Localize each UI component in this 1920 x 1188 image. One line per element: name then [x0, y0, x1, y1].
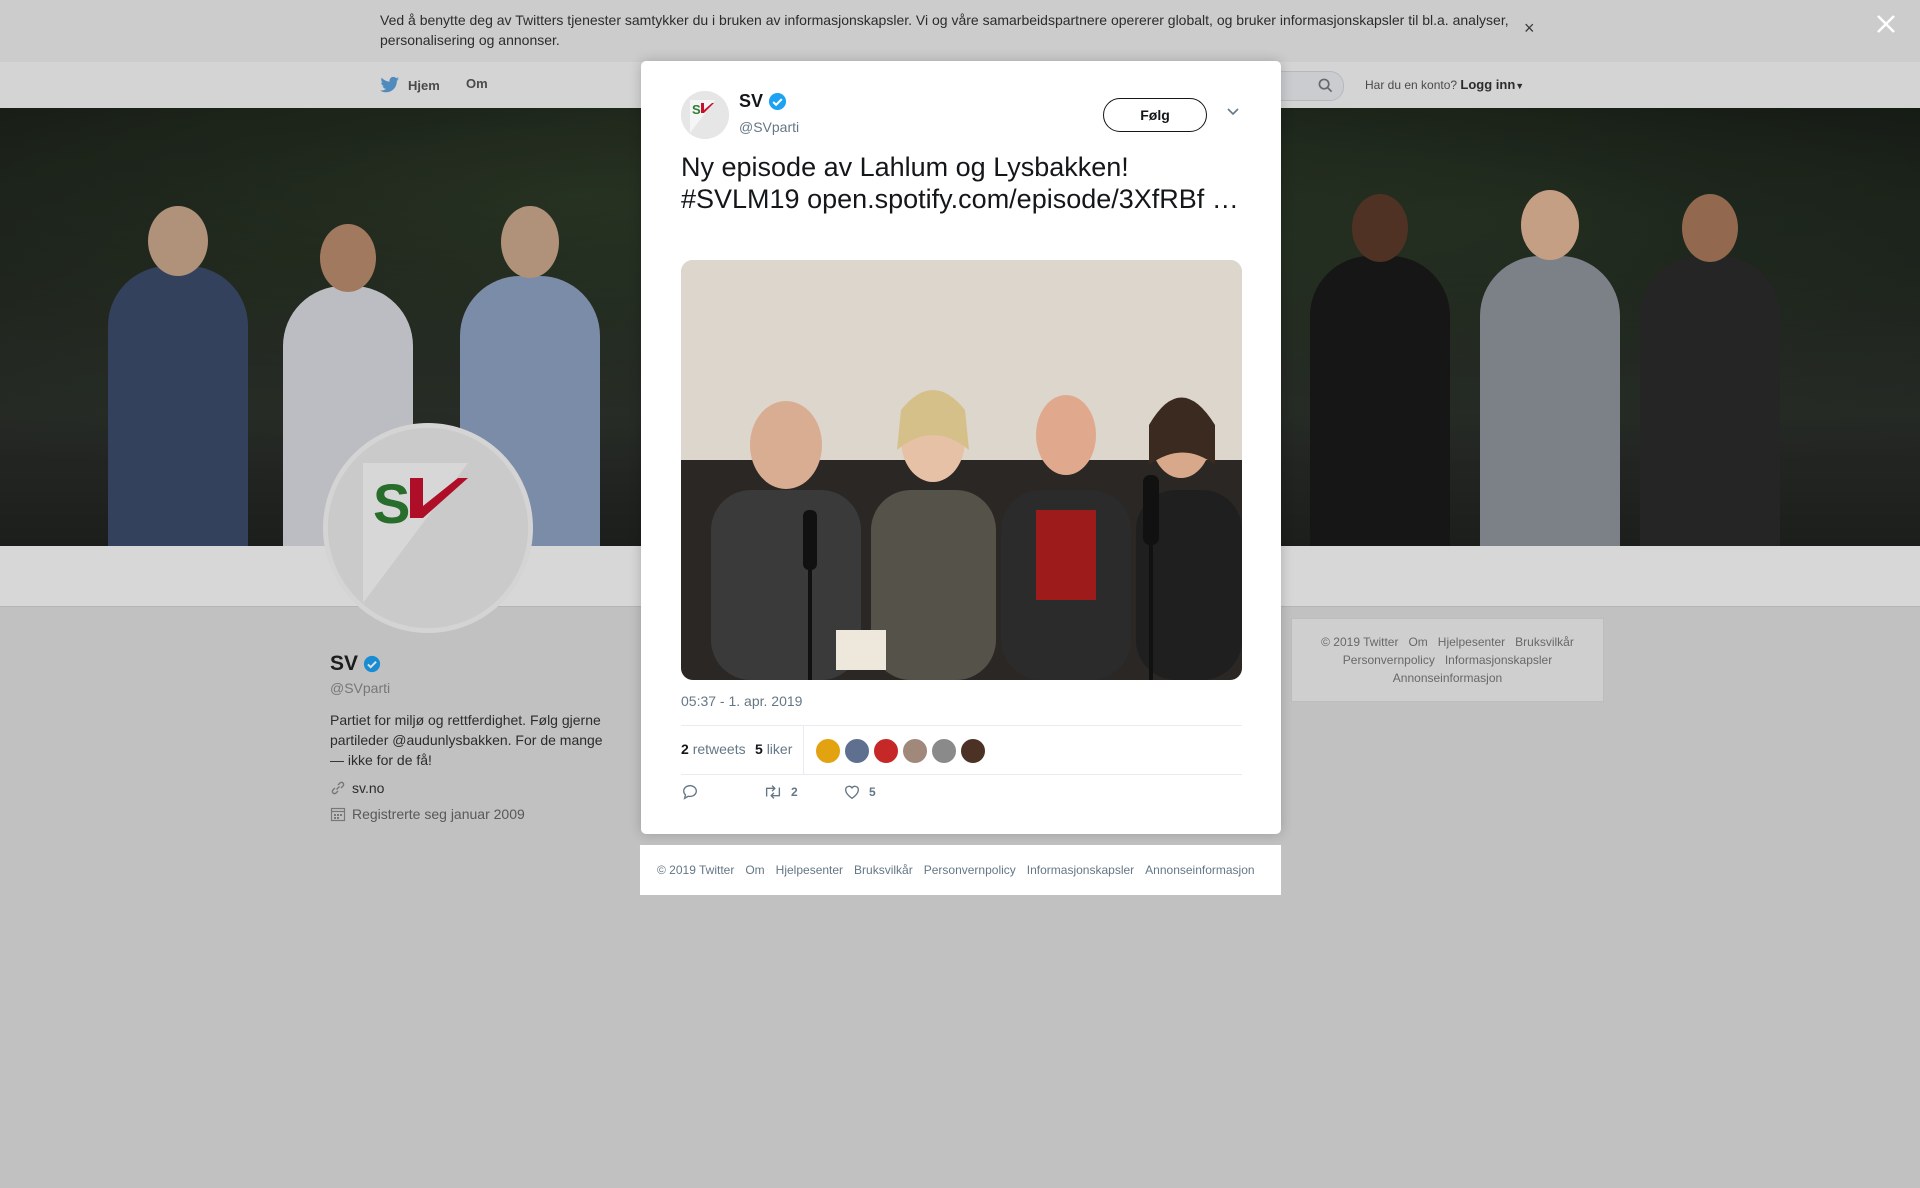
tweet-timestamp[interactable]: 05:37 - 1. apr. 2019 — [681, 693, 802, 709]
liker-avatar[interactable] — [902, 738, 928, 764]
liker-avatar[interactable] — [931, 738, 957, 764]
follow-button[interactable]: Følg — [1103, 98, 1207, 132]
retweet-icon — [765, 785, 781, 799]
like-stat[interactable]: 5 liker — [755, 741, 792, 757]
svg-text:S: S — [692, 102, 701, 117]
stats-divider — [803, 726, 804, 774]
tweet-author-handle[interactable]: @SVparti — [739, 119, 799, 135]
tweet-stats: 2 retweets 5 liker — [681, 725, 1242, 775]
liker-avatar[interactable] — [960, 738, 986, 764]
retweet-stat-label: retweets — [692, 741, 746, 757]
retweet-button[interactable]: 2 — [763, 783, 798, 801]
tweet-photo[interactable] — [681, 260, 1242, 680]
reply-button[interactable] — [681, 783, 699, 801]
heart-icon — [845, 785, 859, 800]
retweet-stat-count: 2 — [681, 741, 689, 757]
like-stat-count: 5 — [755, 741, 763, 757]
liker-avatar[interactable] — [815, 738, 841, 764]
reply-icon — [683, 784, 697, 800]
close-modal-icon[interactable] — [1874, 12, 1898, 36]
like-count: 5 — [869, 785, 876, 799]
tweet-author-name-text: SV — [739, 91, 764, 111]
like-stat-label: liker — [766, 741, 793, 757]
modal-footer-link-ads[interactable]: Annonseinformasjon — [1145, 863, 1254, 877]
like-button[interactable]: 5 — [843, 783, 876, 801]
sv-logo-icon: S — [681, 91, 729, 139]
modal-footer-link-about[interactable]: Om — [745, 863, 764, 877]
retweet-stat[interactable]: 2 retweets — [681, 741, 746, 757]
liker-avatar[interactable] — [873, 738, 899, 764]
tweet-text: Ny episode av Lahlum og Lysbakken! #SVLM… — [681, 152, 1239, 214]
modal-footer: © 2019 Twitter Om Hjelpesenter Bruksvilk… — [640, 845, 1281, 895]
tweet-modal: S SV @SVparti Følg Ny episode av Lahlum … — [641, 61, 1281, 834]
modal-footer-link-help[interactable]: Hjelpesenter — [776, 863, 843, 877]
chevron-down-icon[interactable] — [1226, 107, 1240, 117]
tweet-actions: 2 5 — [681, 783, 1242, 813]
tweet-avatar[interactable]: S — [681, 91, 729, 139]
liker-avatar[interactable] — [844, 738, 870, 764]
modal-footer-copyright: © 2019 Twitter — [657, 863, 735, 877]
retweet-count: 2 — [791, 785, 798, 799]
modal-footer-link-cookies[interactable]: Informasjonskapsler — [1027, 863, 1134, 877]
podcast-photo — [681, 260, 1242, 680]
modal-footer-link-privacy[interactable]: Personvernpolicy — [924, 863, 1016, 877]
tweet-author-name[interactable]: SV — [739, 91, 787, 112]
modal-footer-link-terms[interactable]: Bruksvilkår — [854, 863, 913, 877]
verified-badge-icon — [768, 92, 787, 111]
